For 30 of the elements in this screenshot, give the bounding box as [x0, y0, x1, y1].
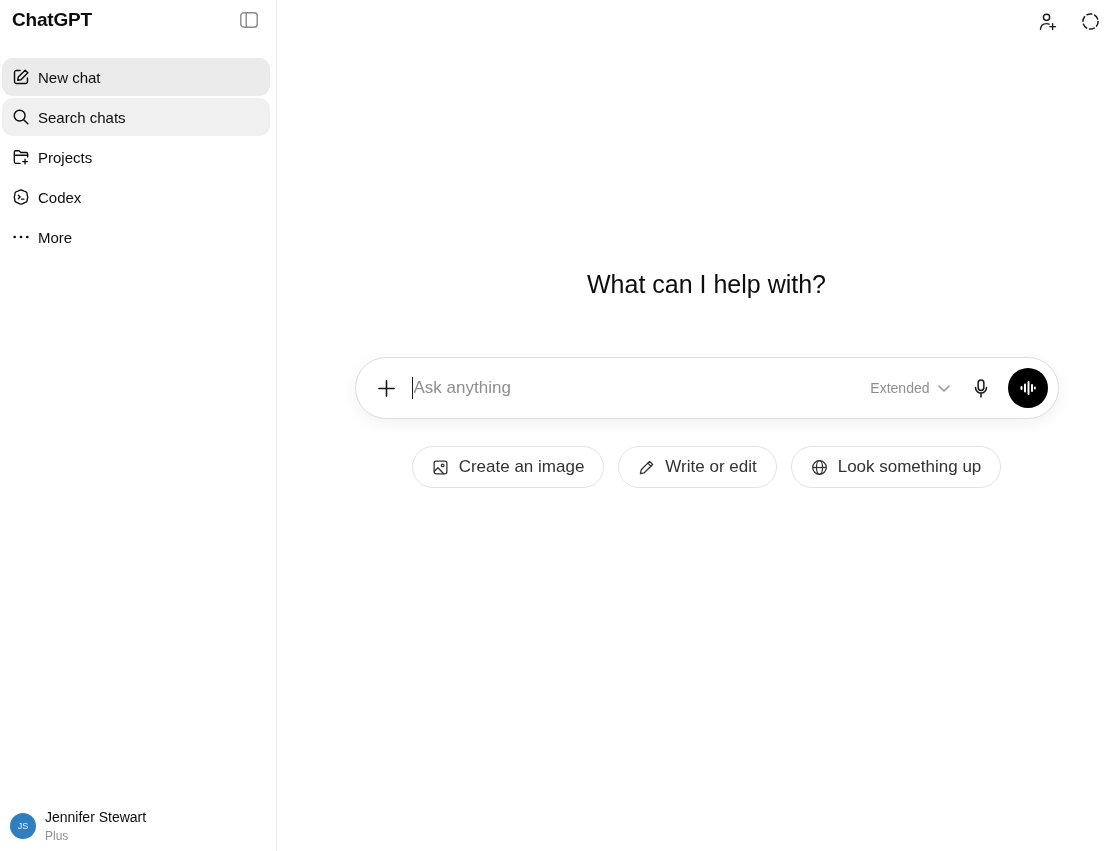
sidebar-item[interactable]: Codex	[2, 178, 270, 216]
plan-label: Plus	[45, 828, 70, 844]
more-icon	[12, 234, 30, 240]
message-input[interactable]: Ask anything	[412, 374, 871, 402]
pencil-icon	[638, 458, 656, 476]
sidebar-item[interactable]: Search chats	[2, 98, 270, 136]
compose-icon	[12, 68, 30, 86]
greeting-heading: What can I help with?	[587, 269, 826, 300]
user-avatar[interactable]: JS	[10, 813, 36, 839]
waveform-icon	[1019, 381, 1036, 395]
globe-icon	[810, 458, 828, 476]
suggestion-chip[interactable]: Look something up	[790, 446, 1002, 488]
suggestion-chip[interactable]: Create an image	[411, 446, 605, 488]
sidebar-item[interactable]: More	[2, 218, 270, 256]
sidebar-toggle-icon[interactable]	[240, 12, 258, 28]
add-person-icon[interactable]	[1038, 11, 1057, 31]
terminal-cloud-icon	[12, 188, 30, 206]
plus-icon[interactable]	[376, 378, 396, 398]
chevron-down-icon	[937, 384, 950, 392]
sidebar-item[interactable]: Projects	[2, 138, 270, 176]
search-icon	[12, 108, 30, 126]
dashed-circle-icon[interactable]	[1081, 11, 1100, 31]
folder-plus-icon	[12, 148, 30, 166]
sidebar-item[interactable]: New chat	[2, 58, 270, 96]
suggestion-chip[interactable]: Write or edit	[618, 446, 777, 488]
app-logo[interactable]: ChatGPT	[12, 9, 92, 31]
microphone-icon[interactable]	[973, 378, 988, 398]
voice-mode-button[interactable]	[1007, 368, 1048, 408]
image-icon	[431, 458, 449, 476]
user-name: Jennifer Stewart	[45, 808, 147, 826]
